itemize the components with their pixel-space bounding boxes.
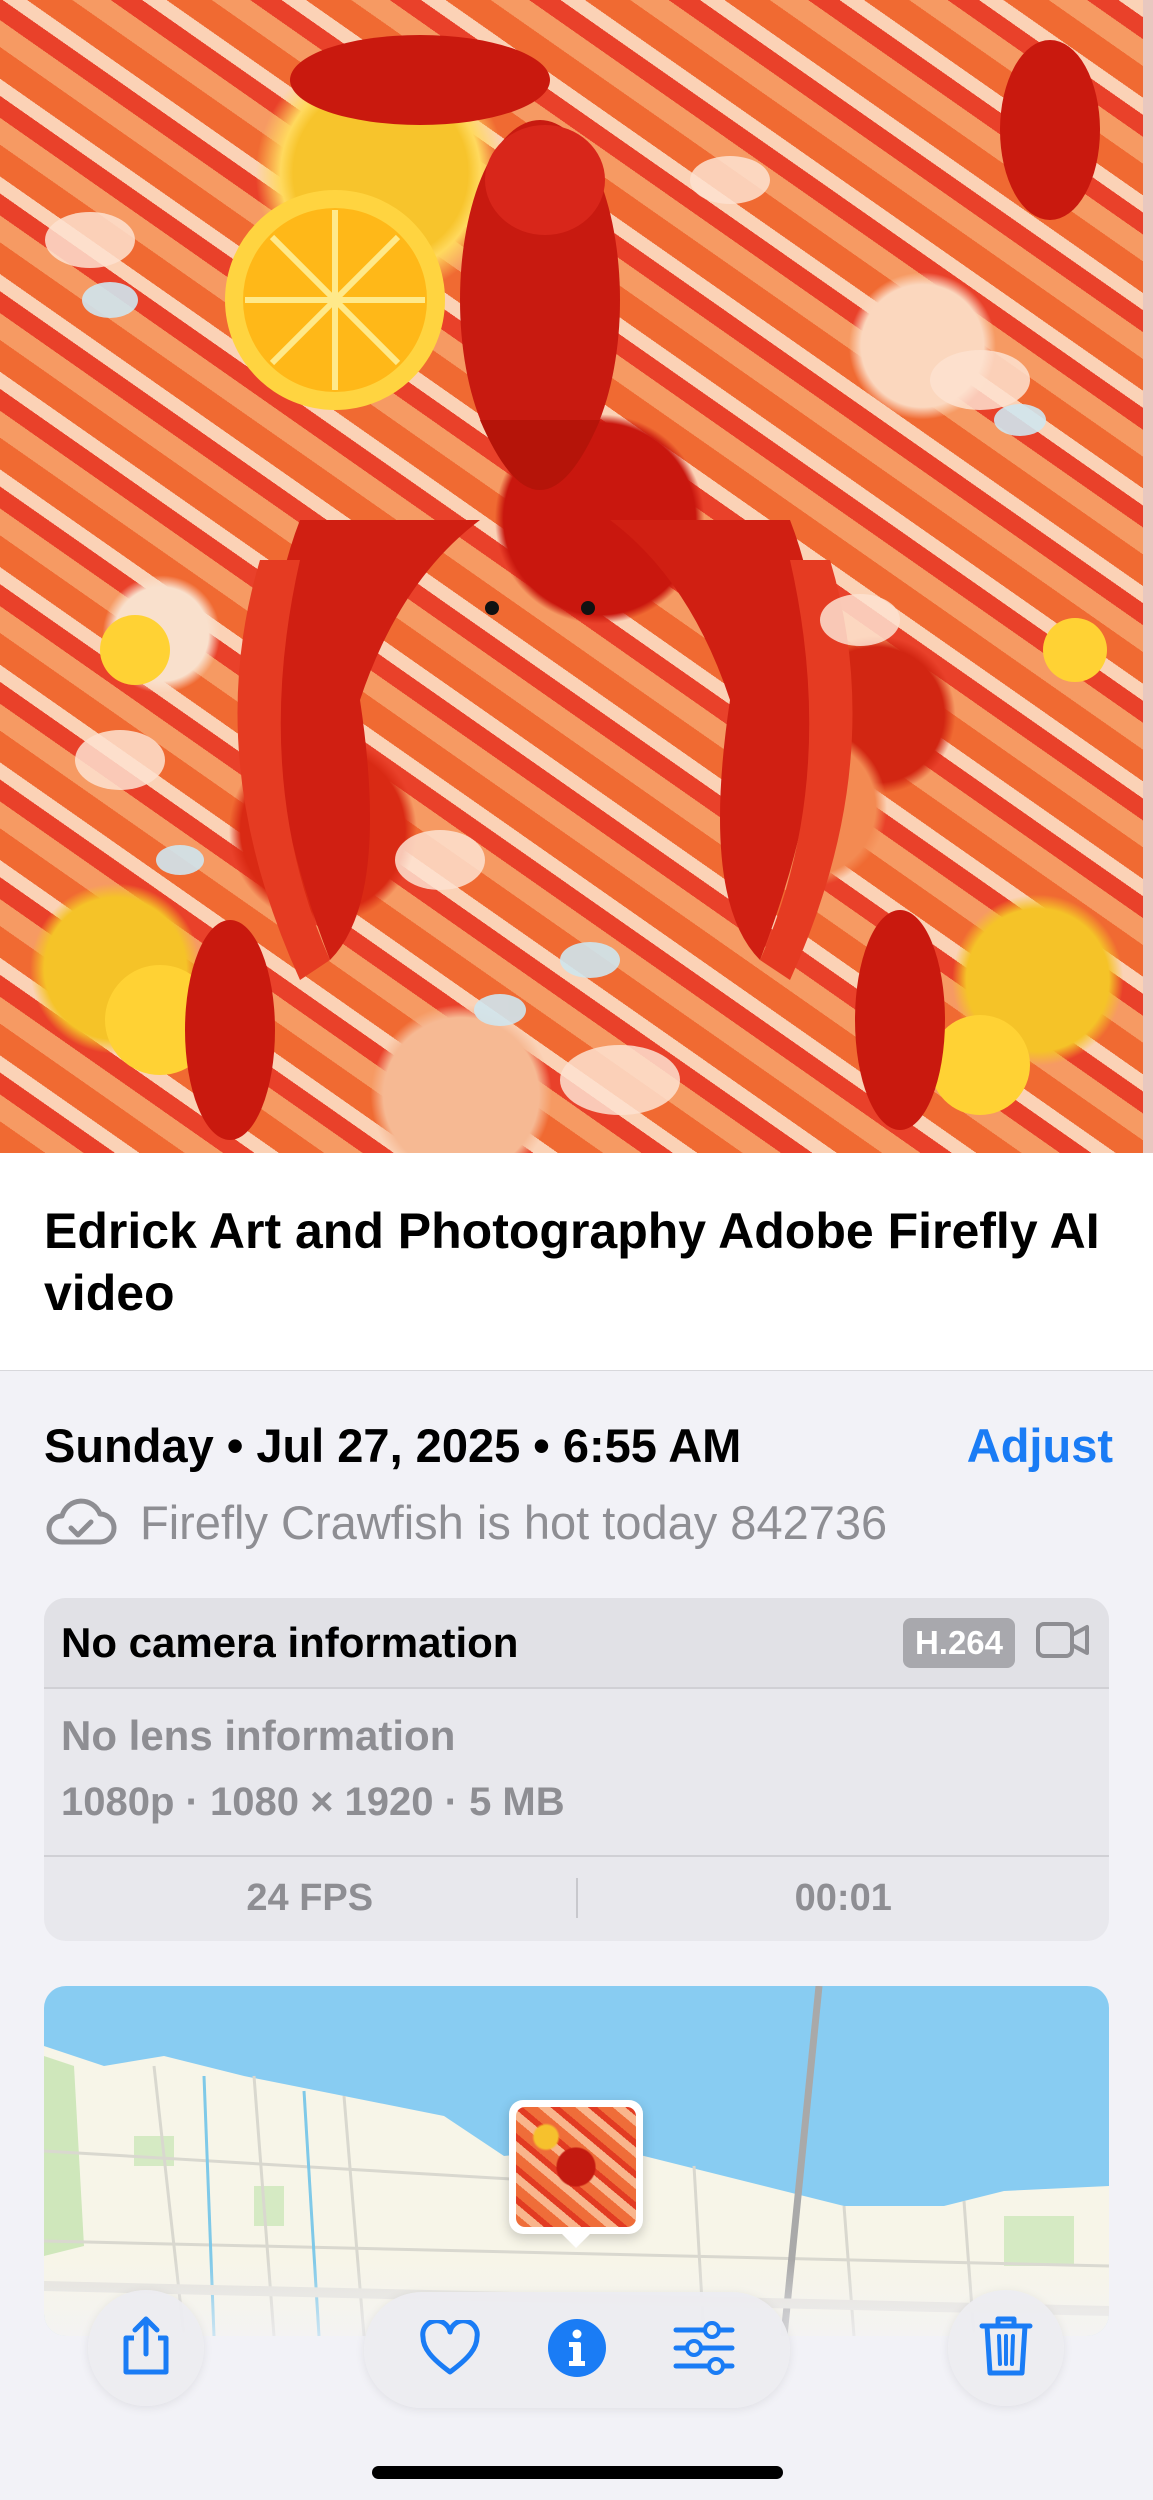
toolbar-center-group xyxy=(364,2292,790,2408)
home-indicator[interactable] xyxy=(372,2466,783,2479)
trash-icon xyxy=(978,2314,1034,2383)
video-duration: 00:01 xyxy=(794,1876,892,1919)
crawfish-video-preview[interactable] xyxy=(0,0,1153,1153)
photo-title[interactable]: Edrick Art and Photography Adobe Firefly… xyxy=(44,1200,1109,1324)
share-button[interactable] xyxy=(88,2290,204,2406)
video-specs: 1080p · 1080 × 1920 · 5 MB xyxy=(61,1780,565,1824)
edit-button[interactable] xyxy=(659,2305,749,2395)
camera-card-badges: H.264 xyxy=(902,1617,1091,1668)
favorite-button[interactable] xyxy=(405,2305,495,2395)
video-camera-icon xyxy=(1035,1621,1091,1664)
share-icon xyxy=(116,2314,176,2383)
heart-icon xyxy=(419,2317,481,2381)
camera-card-footer: 24 FPS 00:01 xyxy=(44,1857,1109,1939)
adjust-date-button[interactable]: Adjust xyxy=(967,1418,1113,1473)
photo-info-screen: Edrick Art and Photography Adobe Firefly… xyxy=(0,0,1153,2500)
crawfish-illustration xyxy=(45,0,1153,1153)
info-icon xyxy=(546,2317,608,2384)
camera-card-header: No camera information H.264 xyxy=(44,1598,1109,1689)
icloud-check-icon xyxy=(44,1492,118,1552)
date-row: Sunday • Jul 27, 2025 • 6:55 AM Adjust xyxy=(44,1414,1113,1476)
sliders-icon xyxy=(672,2320,736,2380)
file-caption: Firefly Crawfish is hot today 842736 xyxy=(140,1495,888,1549)
capture-date: Sunday • Jul 27, 2025 • 6:55 AM xyxy=(44,1418,742,1472)
frame-rate: 24 FPS xyxy=(246,1876,374,1919)
pin-thumbnail xyxy=(516,2107,636,2227)
camera-info-card: No camera information H.264 No lens info… xyxy=(44,1598,1109,1941)
photo-location-pin[interactable] xyxy=(509,2100,643,2248)
filename-row: Firefly Crawfish is hot today 842736 xyxy=(44,1490,887,1554)
camera-title: No camera information xyxy=(61,1618,519,1666)
lens-info-section: No lens information 1080p · 1080 × 1920 … xyxy=(44,1689,1109,1857)
delete-button[interactable] xyxy=(948,2290,1064,2406)
codec-badge: H.264 xyxy=(902,1617,1015,1668)
info-button[interactable] xyxy=(532,2305,622,2395)
lens-info: No lens information xyxy=(61,1712,456,1759)
caption-title-section[interactable]: Edrick Art and Photography Adobe Firefly… xyxy=(0,1153,1153,1371)
